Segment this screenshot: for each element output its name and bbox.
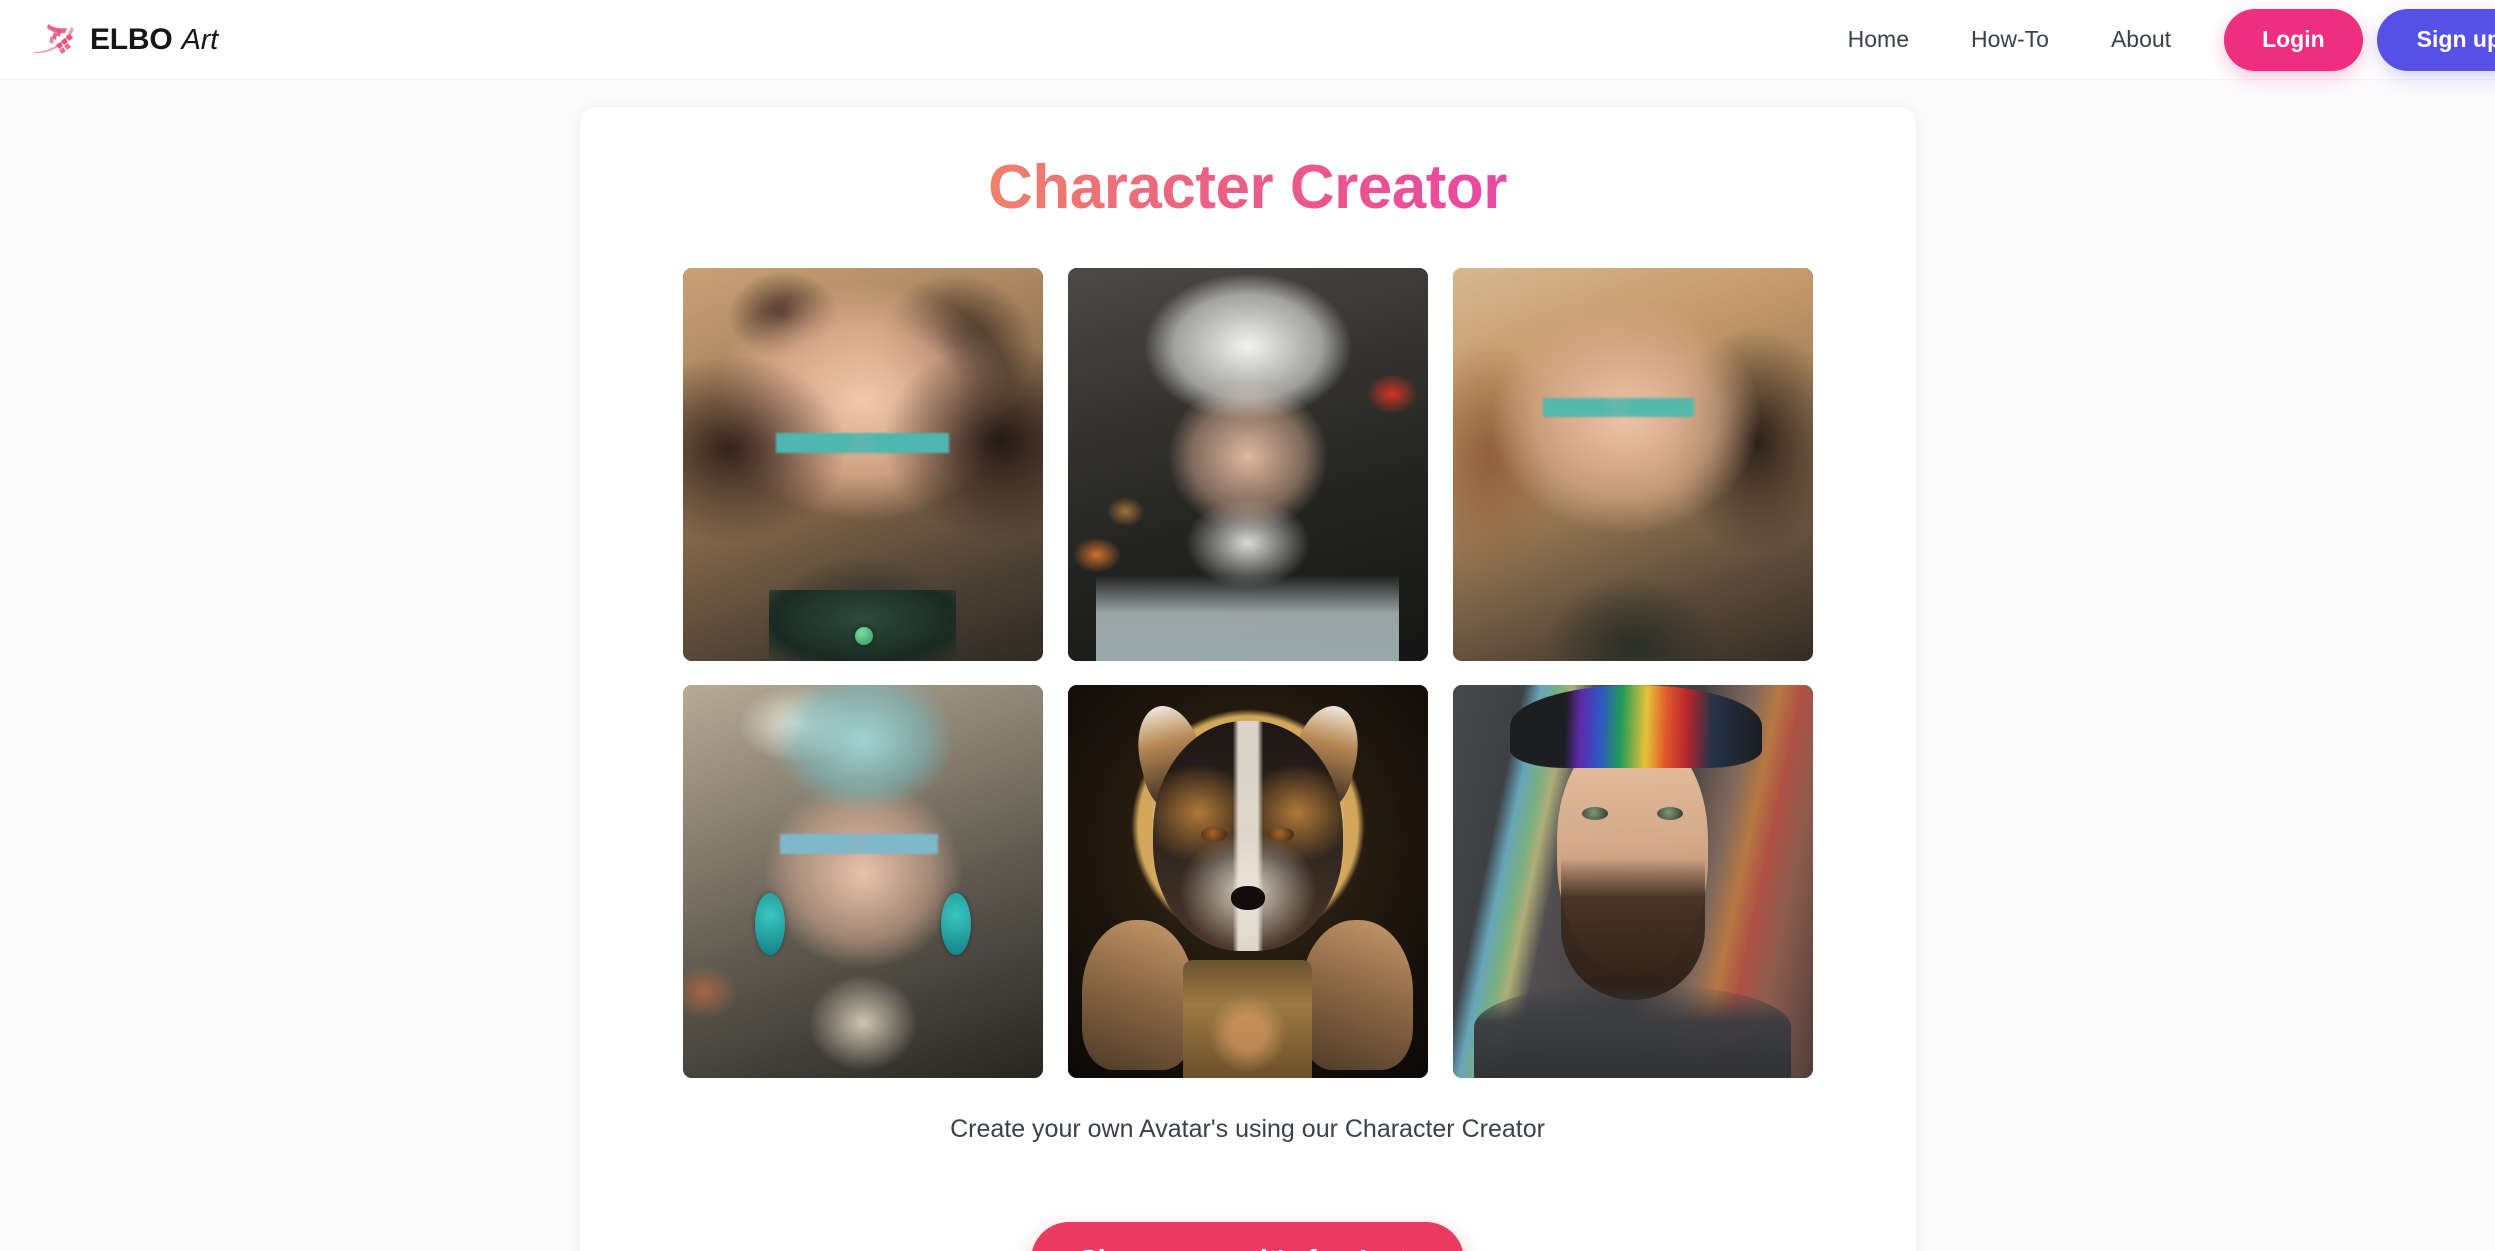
avatar-choker xyxy=(768,590,957,662)
avatar-eyes xyxy=(1542,397,1694,418)
avatar-paw-right xyxy=(1301,920,1414,1071)
gallery-caption: Create your own Avatar's using our Chara… xyxy=(950,1115,1545,1144)
avatar-thumbnail[interactable] xyxy=(1452,685,1813,1079)
brand-logo-link[interactable]: ELBO Art xyxy=(34,22,218,58)
avatar-gallery-grid xyxy=(580,268,1916,1079)
nav-link-how-to[interactable]: How-To xyxy=(1940,0,2080,79)
signup-cta-label: Sign up now, it's free! xyxy=(1079,1244,1368,1251)
avatar-eye-right xyxy=(1656,806,1683,820)
avatar-thumbnail[interactable] xyxy=(1067,268,1428,662)
avatar-paw-left xyxy=(1081,920,1194,1071)
avatar-eye-left xyxy=(1582,806,1609,820)
avatar-collar xyxy=(1182,960,1313,1079)
brand-name-secondary: Art xyxy=(181,23,219,56)
avatar-rainbow-hair xyxy=(1510,685,1763,768)
avatar-image xyxy=(682,685,1043,1079)
avatar-earring-right xyxy=(940,893,971,956)
login-button[interactable]: Login xyxy=(2224,8,2363,71)
avatar-shirt xyxy=(1096,574,1399,662)
avatar-thumbnail[interactable] xyxy=(682,268,1043,662)
avatar-eye-right xyxy=(1268,826,1295,842)
avatar-eyes xyxy=(776,433,949,453)
site-header: ELBO Art Home How-To About Login Sign up xyxy=(0,0,2495,79)
avatar-dog-head xyxy=(1152,720,1343,951)
page-title: Character Creator xyxy=(580,151,1916,224)
avatar-earring-left xyxy=(754,893,785,956)
avatar-snout xyxy=(1230,885,1265,910)
signup-cta-button[interactable]: Sign up now, it's free! xyxy=(1031,1221,1464,1251)
avatar-eye-left xyxy=(1200,826,1227,842)
nav-link-home[interactable]: Home xyxy=(1817,0,1940,79)
brand-name: ELBO Art xyxy=(90,23,218,57)
avatar-thumbnail[interactable] xyxy=(1452,268,1813,662)
nav-link-about[interactable]: About xyxy=(2080,0,2202,79)
avatar-thumbnail[interactable] xyxy=(1067,685,1428,1079)
brand-name-primary: ELBO xyxy=(90,22,173,56)
character-creator-card: Character Creator Create your own Avatar… xyxy=(579,107,1916,1251)
avatar-image xyxy=(1452,268,1813,662)
arrow-right-icon xyxy=(1386,1248,1416,1251)
avatar-shirt xyxy=(1474,983,1791,1079)
avatar-beard xyxy=(1560,858,1705,1000)
cta-container: Sign up now, it's free! xyxy=(580,1221,1916,1251)
page-body: Character Creator Create your own Avatar… xyxy=(0,79,2495,1251)
main-navigation: Home How-To About Login Sign up xyxy=(1817,0,2495,79)
signup-button[interactable]: Sign up xyxy=(2376,8,2495,71)
elbo-mesh-logo-icon xyxy=(34,23,74,54)
avatar-eyes xyxy=(779,834,939,855)
avatar-thumbnail[interactable] xyxy=(682,685,1043,1079)
